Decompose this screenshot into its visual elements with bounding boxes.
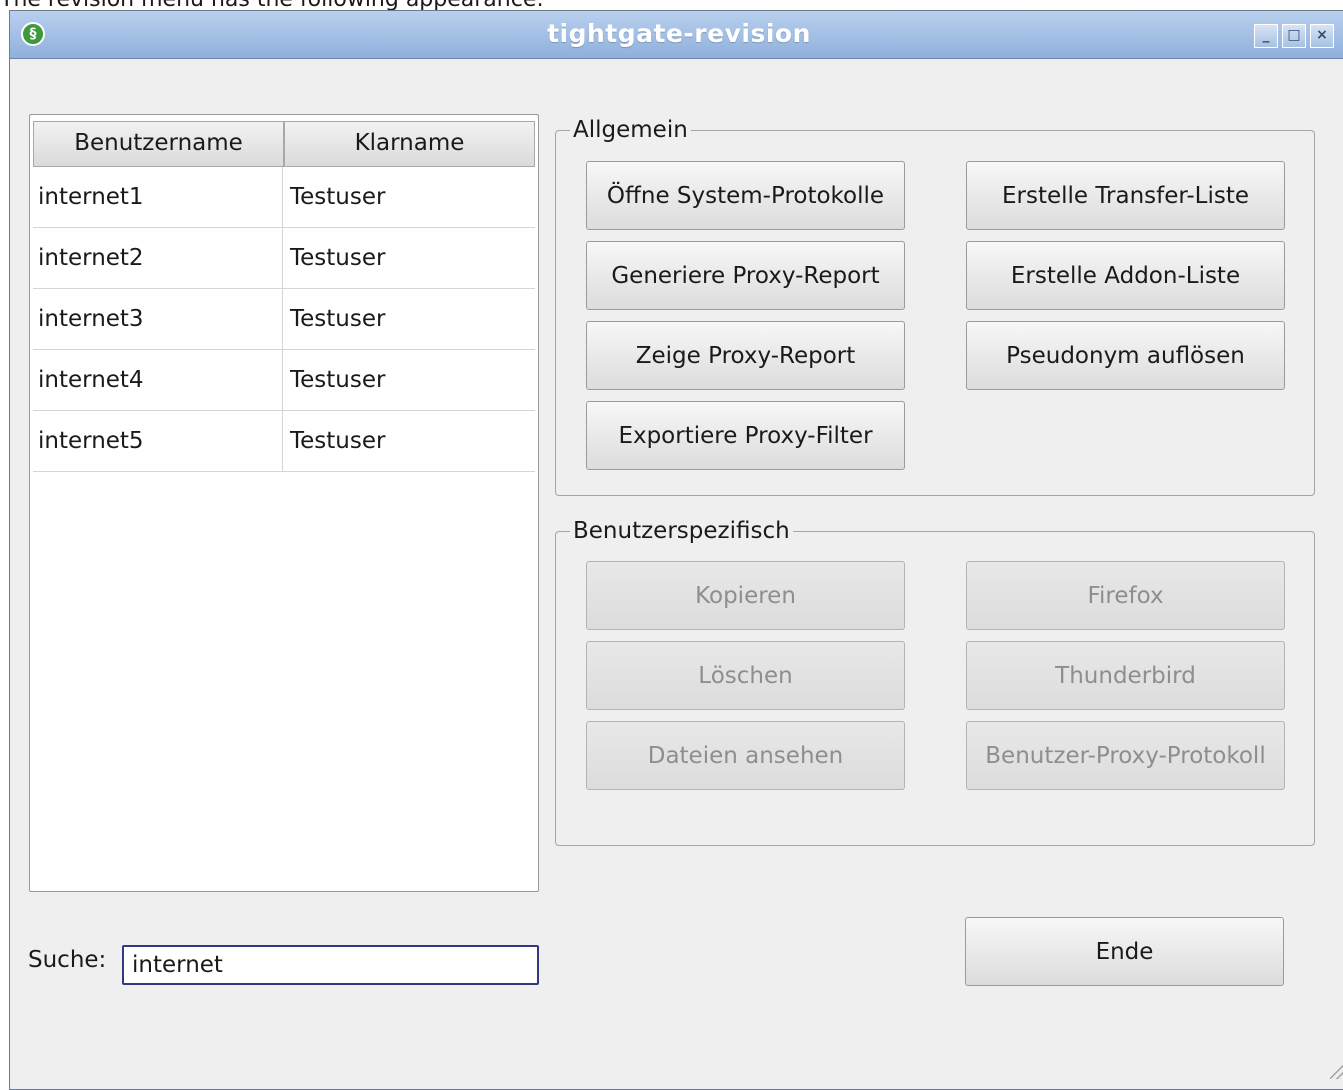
cell-realname[interactable]: Testuser (284, 228, 535, 288)
create-addon-list-button[interactable]: Erstelle Addon-Liste (966, 241, 1285, 310)
cell-username[interactable]: internet4 (33, 350, 283, 410)
cell-username[interactable]: internet3 (33, 289, 283, 349)
group-benutzerspezifisch: Benutzerspezifisch Kopieren Firefox Lösc… (555, 518, 1315, 846)
group-allgemein: Allgemein Öffne System-Protokolle Erstel… (555, 117, 1315, 496)
table-row[interactable]: internet5 Testuser (33, 411, 535, 472)
delete-button[interactable]: Löschen (586, 641, 905, 710)
cell-realname[interactable]: Testuser (284, 167, 535, 227)
table-row[interactable]: internet3 Testuser (33, 289, 535, 350)
app-window: § tightgate-revision _ □ × Benutzername … (9, 10, 1343, 1090)
close-icon[interactable]: × (1310, 24, 1334, 48)
firefox-button[interactable]: Firefox (966, 561, 1285, 630)
cell-username[interactable]: internet2 (33, 228, 283, 288)
generate-proxy-report-button[interactable]: Generiere Proxy-Report (586, 241, 905, 310)
cell-realname[interactable]: Testuser (284, 350, 535, 410)
table-row[interactable]: internet1 Testuser (33, 167, 535, 228)
open-system-logs-button[interactable]: Öffne System-Protokolle (586, 161, 905, 230)
table-body: internet1 Testuser internet2 Testuser in… (33, 167, 535, 472)
view-files-button[interactable]: Dateien ansehen (586, 721, 905, 790)
table-row[interactable]: internet2 Testuser (33, 228, 535, 289)
group-title-benutzerspezifisch: Benutzerspezifisch (570, 518, 793, 544)
column-header-klarname[interactable]: Klarname (284, 121, 535, 167)
group-title-allgemein: Allgemein (570, 117, 691, 143)
titlebar[interactable]: § tightgate-revision _ □ × (10, 11, 1343, 59)
maximize-icon[interactable]: □ (1282, 24, 1306, 48)
resize-grip-icon[interactable] (1330, 1065, 1343, 1079)
cell-realname[interactable]: Testuser (284, 411, 535, 471)
resolve-pseudonym-button[interactable]: Pseudonym auflösen (966, 321, 1285, 390)
search-label: Suche: (28, 947, 107, 973)
table-row[interactable]: internet4 Testuser (33, 350, 535, 411)
user-table[interactable]: Benutzername Klarname internet1 Testuser… (29, 114, 539, 892)
thunderbird-button[interactable]: Thunderbird (966, 641, 1285, 710)
minimize-icon[interactable]: _ (1254, 24, 1278, 48)
cell-username[interactable]: internet5 (33, 411, 283, 471)
show-proxy-report-button[interactable]: Zeige Proxy-Report (586, 321, 905, 390)
copy-button[interactable]: Kopieren (586, 561, 905, 630)
table-header: Benutzername Klarname (33, 121, 535, 167)
export-proxy-filter-button[interactable]: Exportiere Proxy-Filter (586, 401, 905, 470)
create-transfer-list-button[interactable]: Erstelle Transfer-Liste (966, 161, 1285, 230)
window-title: tightgate-revision (547, 19, 811, 48)
column-header-benutzername[interactable]: Benutzername (33, 121, 284, 167)
cell-username[interactable]: internet1 (33, 167, 283, 227)
user-proxy-log-button[interactable]: Benutzer-Proxy-Protokoll (966, 721, 1285, 790)
end-button[interactable]: Ende (965, 917, 1284, 986)
search-input[interactable] (122, 945, 539, 985)
cell-realname[interactable]: Testuser (284, 289, 535, 349)
